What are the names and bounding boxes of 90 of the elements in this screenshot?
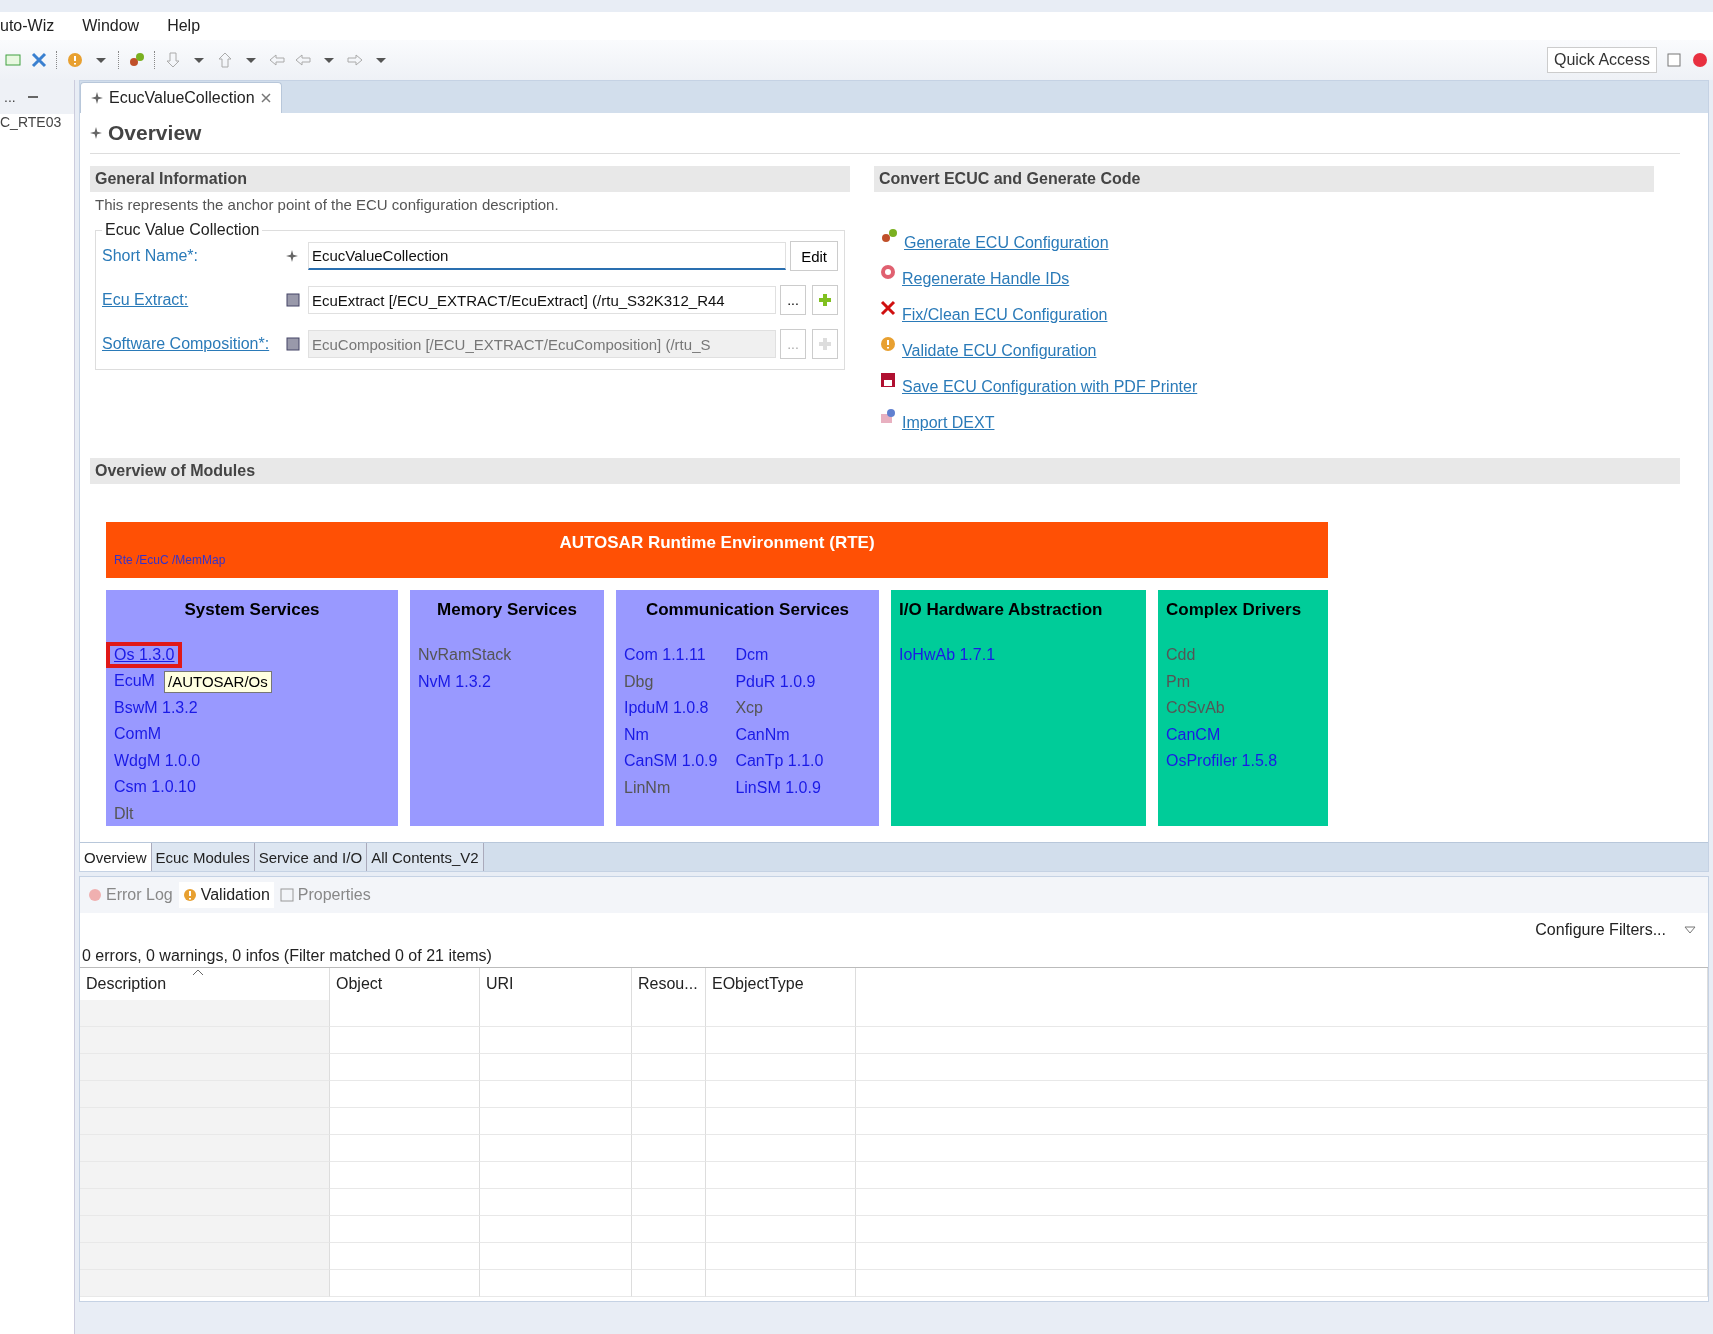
section-header: General Information xyxy=(90,166,850,192)
group-title: Communication Services xyxy=(644,600,851,620)
module-link[interactable]: IpduM 1.0.8 xyxy=(624,695,709,722)
action-link[interactable]: Import DEXT xyxy=(902,414,995,432)
module-link[interactable]: Dlt xyxy=(114,800,134,827)
action-link[interactable]: Validate ECU Configuration xyxy=(902,342,1097,360)
module-link[interactable]: WdgM 1.0.0 xyxy=(114,747,201,774)
page-tab[interactable]: All Contents_V2 xyxy=(367,843,484,871)
cross-tools-icon xyxy=(880,300,896,316)
warning-icon[interactable] xyxy=(66,51,84,69)
plus-icon xyxy=(818,293,832,307)
section-description: This represents the anchor point of the ECU configuration description. xyxy=(94,195,560,215)
section-header: Convert ECUC and Generate Code xyxy=(874,166,1654,192)
module-link[interactable]: IoHwAb 1.7.1 xyxy=(899,642,996,669)
module-link[interactable]: Cdd xyxy=(1166,642,1196,669)
dropdown-caret-icon xyxy=(1684,926,1696,934)
warning-icon xyxy=(880,336,896,352)
module-link[interactable]: LinSM 1.0.9 xyxy=(735,774,821,801)
sparkle-icon xyxy=(286,250,298,262)
upload-icon[interactable] xyxy=(216,51,234,69)
action-link[interactable]: Generate ECU Configuration xyxy=(904,234,1109,252)
module-link[interactable]: CoSvAb xyxy=(1166,695,1225,722)
view-tab[interactable]: Error Log xyxy=(84,882,177,908)
module-link[interactable]: NvRamStack xyxy=(418,642,512,669)
action-link[interactable]: Save ECU Configuration with PDF Printer xyxy=(902,378,1198,396)
tree-item[interactable]: C_RTE03 xyxy=(0,114,74,130)
configure-filters-link[interactable]: Configure Filters... xyxy=(1535,921,1666,939)
group-title: System Services xyxy=(183,600,321,620)
module-link[interactable]: EcuM xyxy=(114,668,155,695)
module-link[interactable]: PduR 1.0.9 xyxy=(735,668,816,695)
group-title: Ecuc Value Collection xyxy=(104,221,261,239)
sparkle-icon xyxy=(90,127,102,139)
module-link[interactable]: Dbg xyxy=(624,668,654,695)
module-link[interactable]: Csm 1.0.10 xyxy=(114,774,196,801)
edit-button[interactable]: Edit xyxy=(790,241,838,271)
text-field[interactable]: EcuExtract [/ECU_EXTRACT/EcuExtract] (/rtu_S32K312_R44 xyxy=(308,286,776,314)
browse-button[interactable]: ... xyxy=(780,285,806,315)
section-header: Overview of Modules xyxy=(90,458,1680,484)
gears-icon[interactable] xyxy=(128,51,146,69)
module-link[interactable]: CanCM xyxy=(1166,721,1221,748)
editor-tab[interactable]: EcucValueCollection xyxy=(80,82,282,113)
sort-icon xyxy=(192,968,205,976)
module-link[interactable]: Nm xyxy=(624,721,649,748)
module-link[interactable]: BswM 1.3.2 xyxy=(114,694,198,721)
module-link[interactable]: CanTp 1.1.0 xyxy=(735,748,824,775)
module-link[interactable]: OsProfiler 1.5.8 xyxy=(1166,748,1278,775)
group-title: Memory Services xyxy=(436,600,578,620)
module-link[interactable]: Com 1.1.11 xyxy=(624,642,706,669)
action-link[interactable]: Regenerate Handle IDs xyxy=(902,270,1070,288)
add-button[interactable] xyxy=(812,285,838,315)
module-link[interactable]: Dcm xyxy=(735,642,769,669)
module-link[interactable]: CanSM 1.0.9 xyxy=(624,748,718,775)
window-icon[interactable] xyxy=(4,51,22,69)
module-link[interactable]: CanNm xyxy=(735,721,790,748)
view-tab[interactable]: Properties xyxy=(275,882,375,908)
close-icon xyxy=(260,93,271,103)
back-arrow-icon[interactable] xyxy=(294,51,312,69)
validation-summary: 0 errors, 0 warnings, 0 infos (Filter matched 0 of 21 items) xyxy=(80,939,1708,968)
save-icon xyxy=(880,372,896,388)
sparkle-icon xyxy=(91,92,103,104)
quick-access-field[interactable]: Quick Access xyxy=(1546,47,1657,73)
warning-icon xyxy=(182,888,197,902)
module-link[interactable]: NvM 1.3.2 xyxy=(418,668,491,695)
tooltip: /AUTOSAR/Os xyxy=(164,671,272,693)
field-label: Short Name*: xyxy=(102,247,200,265)
view-tab[interactable]: Validation xyxy=(178,882,274,908)
plus-icon xyxy=(818,337,832,351)
menu-item[interactable]: uto-Wiz xyxy=(0,17,69,35)
rte-subtitle: Rte /EcuC /MemMap xyxy=(113,553,226,567)
download-icon[interactable] xyxy=(164,51,182,69)
group-title: Complex Drivers xyxy=(1166,600,1303,620)
gears-icon xyxy=(880,228,898,244)
module-link[interactable]: Xcp xyxy=(735,695,763,722)
field-link[interactable]: Ecu Extract: xyxy=(102,291,282,309)
text-field[interactable]: EcucValueCollection xyxy=(308,242,787,270)
module-link[interactable]: Os 1.3.0 xyxy=(106,642,183,668)
module-link[interactable]: ComM xyxy=(114,721,162,748)
page-title: Overview xyxy=(108,121,202,145)
page-tab[interactable]: Overview xyxy=(80,843,152,871)
group-title: I/O Hardware Abstraction xyxy=(899,600,1104,620)
action-link[interactable]: Fix/Clean ECU Configuration xyxy=(902,306,1108,324)
page-tab[interactable]: Service and I/O xyxy=(254,843,368,871)
page-tab[interactable]: Ecuc Modules xyxy=(151,843,255,871)
rte-title: AUTOSAR Runtime Environment (RTE) xyxy=(559,533,875,553)
forward-arrow-icon[interactable] xyxy=(346,51,364,69)
module-link[interactable]: Pm xyxy=(1166,668,1190,695)
menu-item[interactable]: Window xyxy=(82,17,154,35)
panel-title: ... xyxy=(4,89,16,105)
module-link[interactable]: LinNm xyxy=(624,774,671,801)
menu-item[interactable]: Help xyxy=(167,17,215,35)
